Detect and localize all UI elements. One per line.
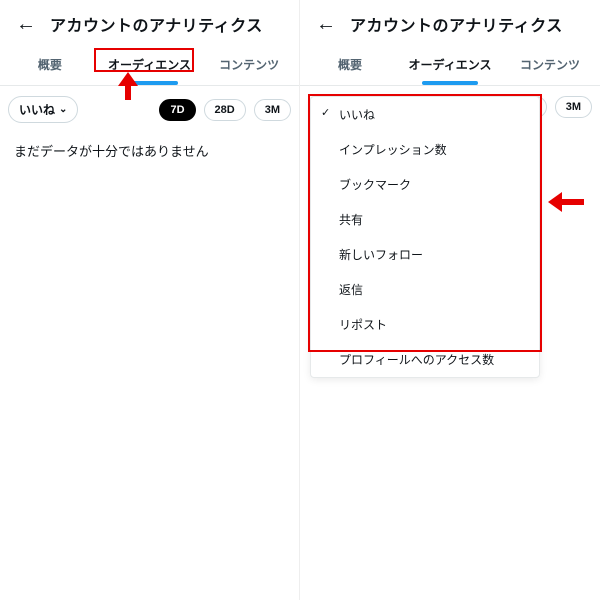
menu-item-impressions[interactable]: インプレッション数: [311, 132, 539, 167]
empty-state-message: まだデータが十分ではありません: [0, 133, 299, 168]
menu-item-profile-visits[interactable]: プロフィールへのアクセス数: [311, 342, 539, 377]
metric-dropdown-label: いいね: [19, 101, 55, 118]
menu-item-shares[interactable]: 共有: [311, 202, 539, 237]
tab-audience[interactable]: オーディエンス: [400, 46, 500, 85]
header: ← アカウントのアナリティクス: [300, 0, 600, 46]
tabs: 概要 オーディエンス コンテンツ: [300, 46, 600, 86]
tab-overview[interactable]: 概要: [300, 46, 400, 85]
menu-item-new-follows[interactable]: 新しいフォロー: [311, 237, 539, 272]
menu-item-bookmarks[interactable]: ブックマーク: [311, 167, 539, 202]
header: ← アカウントのアナリティクス: [0, 0, 299, 46]
screenshot-right: ← アカウントのアナリティクス 概要 オーディエンス コンテンツ 28D 3M …: [300, 0, 600, 600]
screenshot-left: ← アカウントのアナリティクス 概要 オーディエンス コンテンツ いいね ⌄ 7…: [0, 0, 300, 600]
controls-row: いいね ⌄ 7D 28D 3M: [0, 86, 299, 133]
menu-item-likes[interactable]: いいね: [311, 97, 539, 132]
tabs: 概要 オーディエンス コンテンツ: [0, 46, 299, 86]
metric-dropdown-menu: いいね インプレッション数 ブックマーク 共有 新しいフォロー 返信 リポスト …: [310, 96, 540, 378]
back-arrow-icon: ←: [16, 13, 36, 35]
back-arrow-icon: ←: [316, 13, 336, 35]
menu-item-reposts[interactable]: リポスト: [311, 307, 539, 342]
annotation-arrow-left: [548, 190, 588, 214]
chevron-down-icon: ⌄: [59, 104, 67, 115]
back-button[interactable]: ←: [10, 10, 42, 38]
tab-audience[interactable]: オーディエンス: [100, 46, 200, 85]
tab-content[interactable]: コンテンツ: [199, 46, 299, 85]
metric-dropdown[interactable]: いいね ⌄: [8, 96, 78, 123]
range-7d[interactable]: 7D: [159, 99, 195, 121]
page-title: アカウントのアナリティクス: [50, 12, 263, 36]
tab-content[interactable]: コンテンツ: [500, 46, 600, 85]
menu-item-replies[interactable]: 返信: [311, 272, 539, 307]
range-3m[interactable]: 3M: [555, 96, 592, 118]
range-28d[interactable]: 28D: [204, 99, 246, 121]
back-button[interactable]: ←: [310, 10, 342, 38]
page-title: アカウントのアナリティクス: [350, 12, 563, 36]
range-3m[interactable]: 3M: [254, 99, 291, 121]
tab-overview[interactable]: 概要: [0, 46, 100, 85]
